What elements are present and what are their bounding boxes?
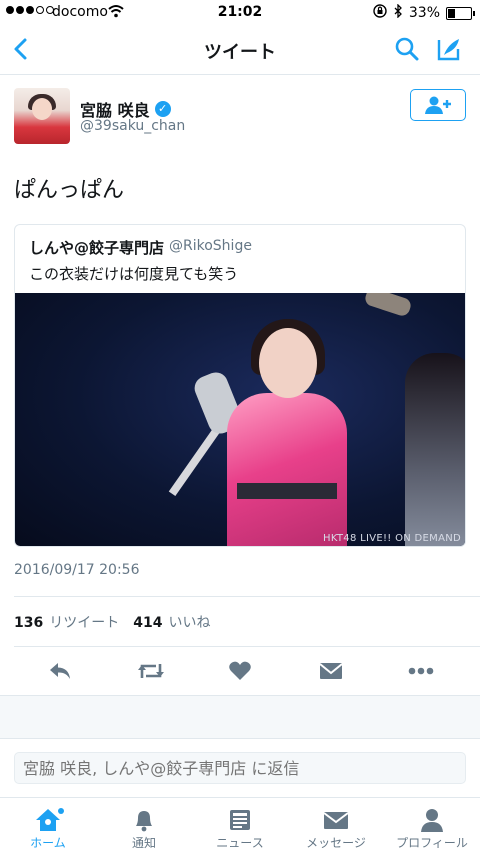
- retweet-label[interactable]: リツイート: [49, 612, 119, 632]
- tab-notifications-label: 通知: [131, 836, 156, 850]
- author-handle[interactable]: @39saku_chan: [80, 118, 185, 134]
- retweet-count[interactable]: 136: [14, 615, 43, 631]
- tweet-actions: [0, 650, 480, 694]
- tab-news[interactable]: ニュース: [192, 806, 288, 851]
- status-bar: docomo 21:02 33%: [0, 0, 480, 26]
- follow-button[interactable]: [410, 89, 466, 121]
- reply-icon[interactable]: [47, 660, 73, 686]
- tab-home[interactable]: ホーム: [0, 806, 96, 851]
- bluetooth-icon: [393, 3, 403, 22]
- envelope-icon: [288, 806, 384, 834]
- retweet-icon[interactable]: [136, 660, 166, 686]
- divider: [14, 596, 480, 597]
- image-watermark: HKT48 LIVE!! ON DEMAND: [323, 533, 461, 544]
- avatar[interactable]: [14, 88, 70, 144]
- tab-profile-label: プロフィール: [396, 836, 468, 850]
- like-count[interactable]: 414: [133, 615, 162, 631]
- like-label[interactable]: いいね: [168, 612, 210, 632]
- home-icon: [0, 806, 96, 834]
- status-right: 33%: [373, 3, 475, 22]
- search-icon[interactable]: [394, 36, 420, 66]
- divider: [14, 646, 480, 647]
- news-icon: [192, 806, 288, 834]
- rotation-lock-icon: [373, 4, 387, 22]
- tweet-text: ぱんっぱん: [14, 178, 125, 203]
- tab-bar: ホーム 通知 ニュース メッセージ プロフィール: [0, 797, 480, 854]
- separator-area: [0, 695, 480, 739]
- tab-messages[interactable]: メッセージ: [288, 806, 384, 851]
- tab-messages-label: メッセージ: [306, 836, 366, 850]
- quoted-tweet-image[interactable]: HKT48 LIVE!! ON DEMAND: [15, 293, 465, 546]
- tab-profile[interactable]: プロフィール: [384, 806, 480, 851]
- tab-news-label: ニュース: [216, 836, 264, 850]
- tweet-stats: 136 リツイート 414 いいね: [14, 612, 210, 632]
- direct-message-icon[interactable]: [318, 660, 344, 686]
- more-icon[interactable]: [406, 660, 436, 686]
- quoted-author-name: しんや@餃子専門店: [29, 239, 165, 257]
- nav-bar: ツイート: [0, 26, 480, 75]
- quoted-tweet[interactable]: しんや@餃子専門店 @RikoShige この衣装だけは何度見ても笑う HKT4…: [14, 224, 466, 547]
- battery-percent: 33%: [408, 5, 440, 21]
- quoted-tweet-text: この衣装だけは何度見ても笑う: [29, 265, 239, 283]
- reply-input[interactable]: [14, 752, 466, 784]
- tab-notifications[interactable]: 通知: [96, 806, 192, 851]
- new-content-indicator: [58, 808, 64, 814]
- tweet-timestamp: 2016/09/17 20:56: [14, 562, 140, 578]
- profile-icon: [384, 806, 480, 834]
- add-user-icon: [425, 96, 451, 114]
- quoted-author-handle: @RikoShige: [169, 238, 252, 254]
- verified-badge-icon: ✓: [154, 101, 171, 117]
- compose-icon[interactable]: [436, 36, 462, 66]
- tab-home-label: ホーム: [30, 836, 66, 850]
- heart-icon[interactable]: [228, 660, 252, 686]
- battery-icon: [446, 6, 475, 20]
- bell-icon: [96, 806, 192, 834]
